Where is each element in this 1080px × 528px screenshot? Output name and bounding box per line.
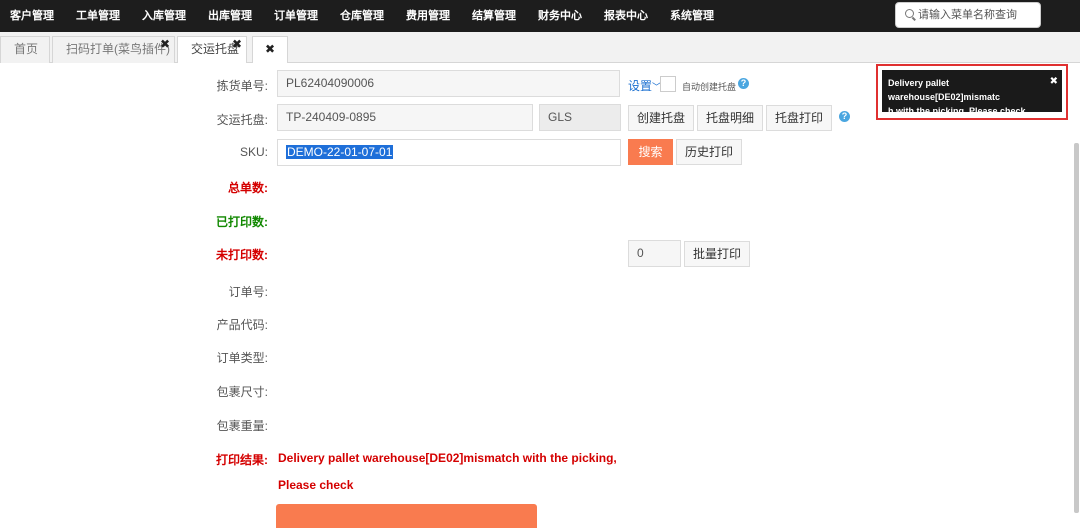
close-icon[interactable]: ✖ [160, 32, 170, 57]
nav-item[interactable]: 出库管理 [208, 0, 252, 32]
pick-number-input[interactable]: PL62404090006 [277, 70, 620, 97]
unprinted-count-label: 未打印数: [216, 248, 268, 262]
sku-label: SKU: [239, 145, 268, 159]
close-icon[interactable]: ✖ [265, 42, 275, 56]
error-toast: Delivery pallet warehouse[DE02]mismatc h… [882, 70, 1062, 116]
print-result-label: 打印结果: [216, 453, 268, 467]
batch-quantity-input[interactable]: 0 [628, 240, 681, 267]
sku-value: DEMO-22-01-07-01 [286, 145, 394, 159]
order-number-label: 订单号: [228, 285, 268, 299]
package-size-label: 包裹尺寸: [216, 385, 268, 399]
nav-item[interactable]: 财务中心 [538, 0, 582, 32]
close-icon[interactable]: ✖ [232, 32, 242, 57]
nav-item[interactable]: 入库管理 [142, 0, 186, 32]
close-icon[interactable]: ✖ [1050, 75, 1058, 89]
help-icon[interactable]: ? [738, 78, 749, 89]
pick-number-label: 拣货单号: [216, 79, 268, 93]
scrollbar-thumb[interactable] [1074, 143, 1079, 513]
print-result-message: Delivery pallet warehouse[DE02]mismatch … [278, 451, 617, 465]
pallet-label: 交运托盘: [216, 113, 268, 127]
nav-item[interactable]: 费用管理 [406, 0, 450, 32]
search-icon [905, 9, 914, 18]
menu-search-box[interactable] [895, 2, 1041, 28]
sku-input[interactable]: DEMO-22-01-07-01 [277, 139, 621, 166]
nav-item[interactable]: 订单管理 [274, 0, 318, 32]
menu-search-input[interactable] [918, 7, 1036, 23]
auto-create-checkbox[interactable] [660, 76, 676, 92]
pallet-input[interactable]: TP-240409-0895 [277, 104, 533, 131]
toast-message-line2: h with the picking, Please check [888, 106, 1026, 116]
pallet-detail-button[interactable]: 托盘明细 [697, 105, 763, 131]
nav-item[interactable]: 系统管理 [670, 0, 714, 32]
toast-highlight: Delivery pallet warehouse[DE02]mismatc h… [876, 64, 1068, 120]
nav-item[interactable]: 客户管理 [10, 0, 54, 32]
nav-item[interactable]: 结算管理 [472, 0, 516, 32]
top-nav: 客户管理 工单管理 入库管理 出库管理 订单管理 仓库管理 费用管理 结算管理 财务中心 报表中心… [0, 0, 1080, 32]
tab-label: 首页 [14, 42, 39, 56]
tab-pallet-shipping[interactable]: 交运托盘 ✖ [177, 36, 247, 63]
tab-close-all[interactable]: ✖ [252, 36, 288, 63]
scrollbar[interactable] [1070, 63, 1080, 528]
nav-item[interactable]: 工单管理 [76, 0, 120, 32]
order-type-label: 订单类型: [216, 351, 268, 365]
main-menu: 客户管理 工单管理 入库管理 出库管理 订单管理 仓库管理 费用管理 结算管理 财务中心 报表中心… [0, 0, 726, 32]
create-pallet-button[interactable]: 创建托盘 [628, 105, 694, 131]
tab-home[interactable]: 首页 [0, 36, 50, 63]
search-button[interactable]: 搜索 [628, 139, 673, 165]
toast-message-line1: Delivery pallet warehouse[DE02]mismatc [888, 78, 1001, 102]
auto-create-label: 自动创建托盘 [682, 82, 737, 92]
tab-bar: 首页 扫码打单(菜鸟插件) ✖ 交运托盘 ✖ ✖ [0, 32, 1080, 63]
pallet-print-button[interactable]: 托盘打印 [766, 105, 832, 131]
history-print-button[interactable]: 历史打印 [676, 139, 742, 165]
batch-print-button[interactable]: 批量打印 [684, 241, 750, 267]
nav-item[interactable]: 报表中心 [604, 0, 648, 32]
total-count-label: 总单数: [228, 181, 268, 195]
tab-scan-print[interactable]: 扫码打单(菜鸟插件) ✖ [52, 36, 175, 63]
tab-label: 扫码打单(菜鸟插件) [66, 42, 170, 56]
printed-count-label: 已打印数: [216, 215, 268, 229]
nav-item[interactable]: 仓库管理 [340, 0, 384, 32]
product-code-label: 产品代码: [216, 318, 268, 332]
settings-link[interactable]: 设置﹀ [628, 77, 661, 94]
help-icon[interactable]: ? [839, 111, 850, 122]
package-weight-label: 包裹重量: [216, 419, 268, 433]
print-result-message-2: Please check [278, 478, 354, 492]
bottom-action-button[interactable] [276, 504, 537, 528]
carrier-field: GLS [539, 104, 621, 131]
settings-label: 设置 [628, 79, 653, 93]
